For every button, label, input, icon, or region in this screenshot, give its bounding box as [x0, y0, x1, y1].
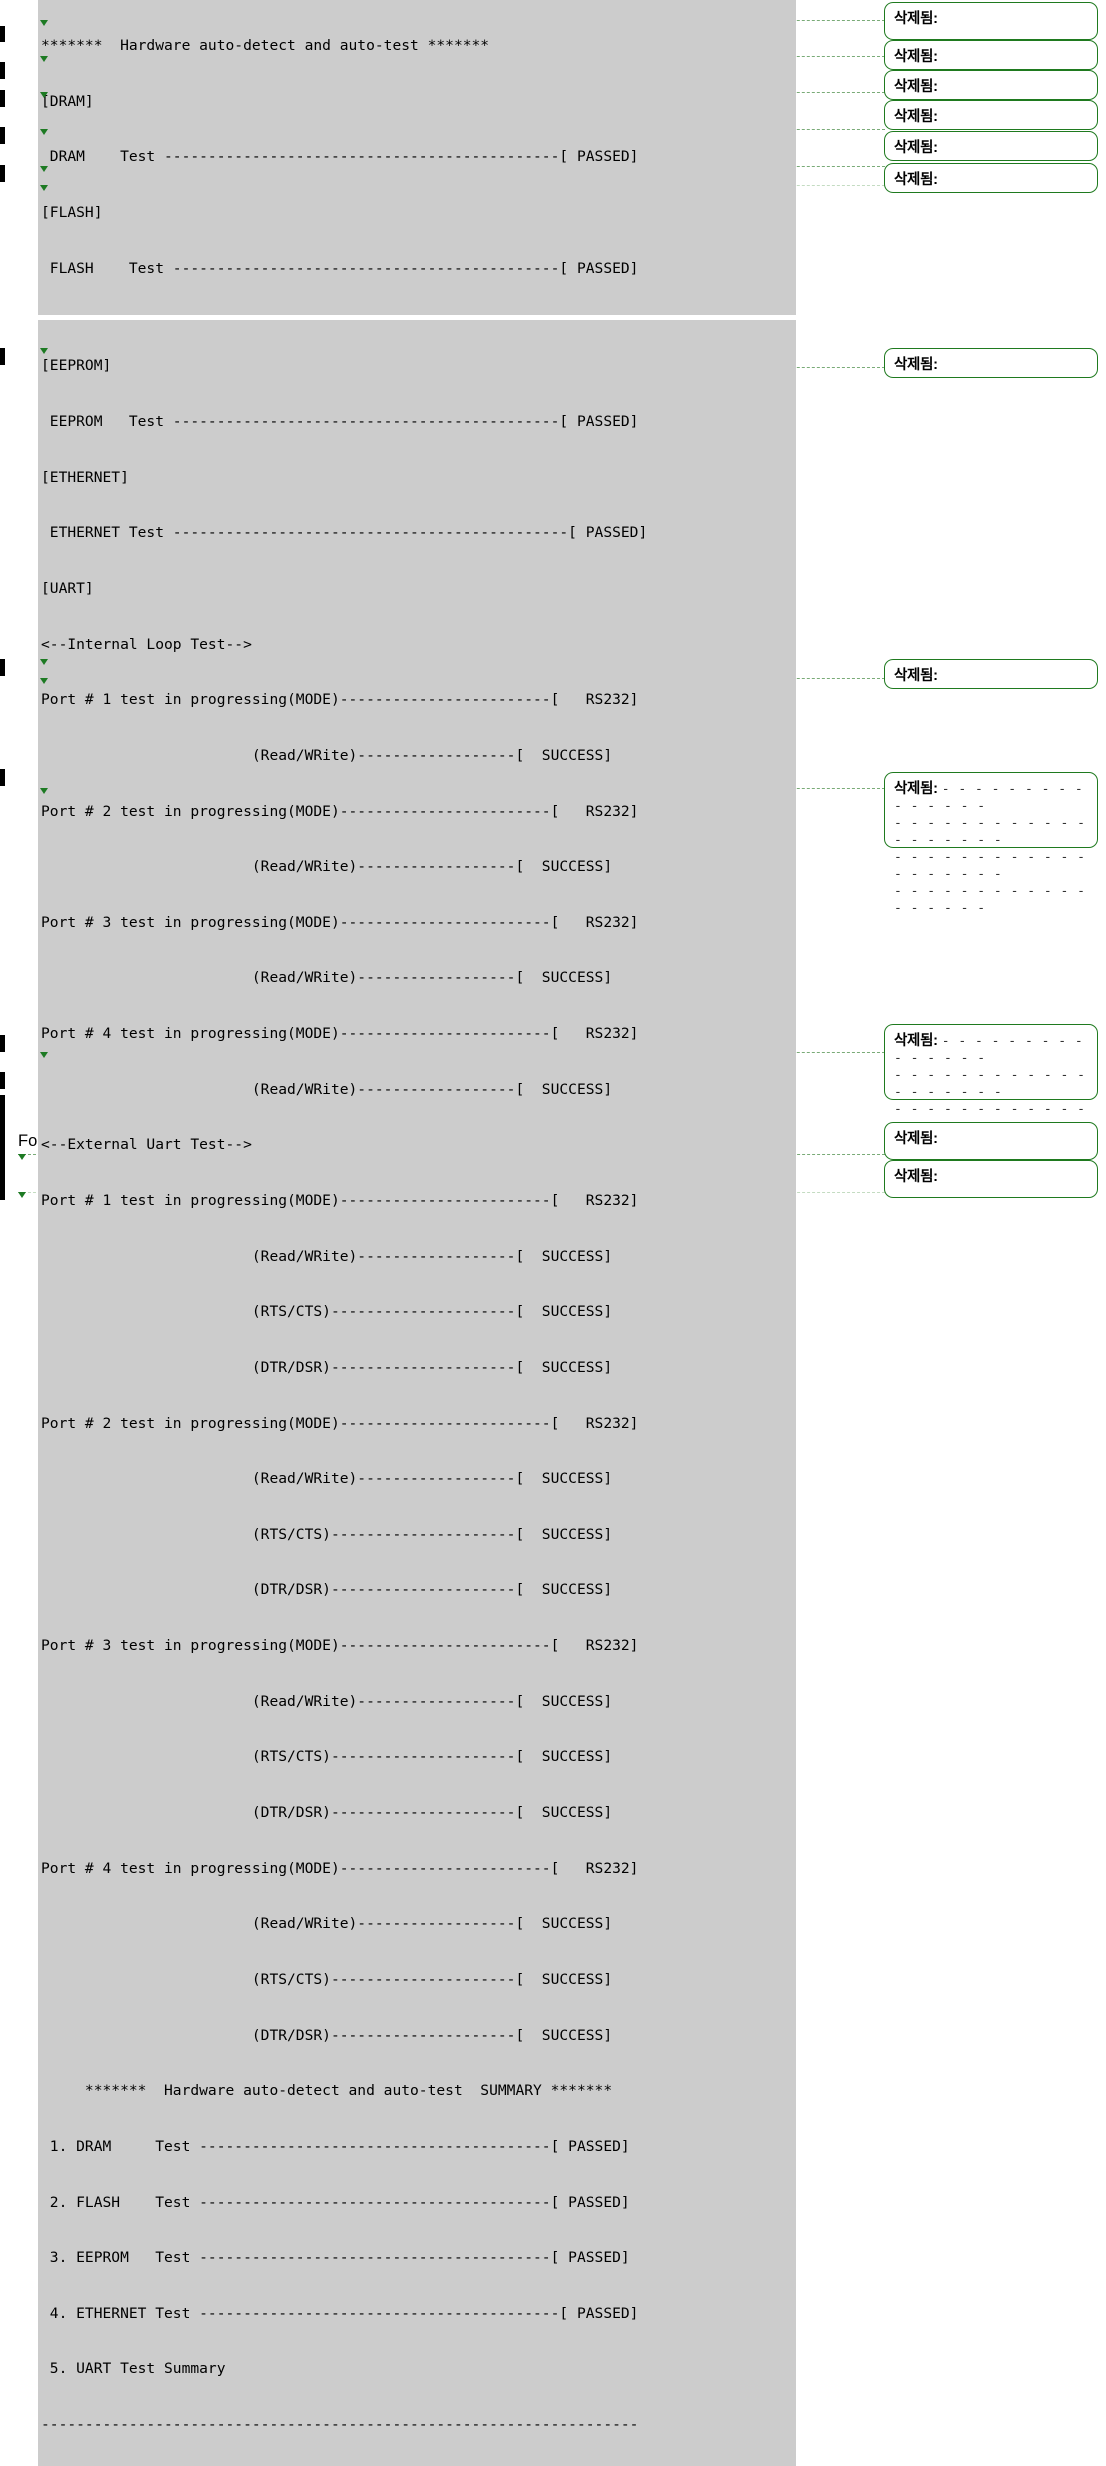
revision-balloon-label: 삭제됨: [894, 1169, 938, 1185]
change-bar [0, 1072, 5, 1089]
terminal-line: [UART] [41, 579, 94, 597]
terminal-line: EEPROM Test ----------------------------… [41, 413, 639, 431]
terminal-line: 3. EEPROM Test -------------------------… [41, 2249, 630, 2267]
change-bar [0, 62, 5, 79]
terminal-line: (RTS/CTS)---------------------[ SUCCESS] [41, 1970, 613, 1988]
terminal-line: DRAM Test ------------------------------… [41, 148, 639, 166]
change-bar [0, 26, 5, 42]
terminal-output: ******* Hardware auto-detect and auto-te… [38, 0, 796, 2466]
change-bar [0, 769, 5, 786]
revision-marker-icon [40, 348, 48, 354]
terminal-line: 4. ETHERNET Test -----------------------… [41, 2304, 639, 2322]
revision-balloon-label: 삭제됨: [894, 109, 938, 125]
revision-balloon-label: 삭제됨: [894, 668, 938, 684]
change-bar [0, 165, 5, 182]
change-bar [0, 1035, 5, 1052]
terminal-line: 5. UART Test Summary [41, 2360, 226, 2378]
revision-balloon[interactable]: 삭제됨: [884, 100, 1098, 130]
revision-balloon-label: 삭제됨: [894, 1131, 938, 1147]
revision-marker-icon [40, 129, 48, 135]
revision-marker-icon [40, 56, 48, 62]
revision-balloon[interactable]: 삭제됨: [884, 1122, 1098, 1160]
revision-balloon-label: 삭제됨: [894, 140, 938, 156]
revision-balloon[interactable]: 삭제됨: [884, 40, 1098, 70]
revision-balloon[interactable]: 삭제됨: - - - - - - - - - - - - - - - - - -… [884, 1024, 1098, 1168]
revision-marker-icon [40, 788, 48, 794]
revision-balloon-label: 삭제됨: [894, 1033, 938, 1049]
terminal-line: (DTR/DSR)---------------------[ SUCCESS] [41, 2026, 613, 2044]
revision-balloon-label: 삭제됨: [894, 357, 938, 373]
terminal-line: <--External Uart Test--> [41, 1136, 252, 1154]
revision-marker-icon [40, 185, 48, 191]
terminal-line: (Read/WRite)------------------[ SUCCESS] [41, 1080, 613, 1098]
terminal-line: (Read/WRite)------------------[ SUCCESS] [41, 858, 613, 876]
terminal-line: ----------------------------------------… [41, 2416, 639, 2434]
revision-balloon[interactable]: 삭제됨: [884, 659, 1098, 689]
terminal-line: Port # 1 test in progressing(MODE)------… [41, 691, 639, 709]
terminal-line: [FLASH] [41, 204, 103, 222]
terminal-line: (Read/WRite)------------------[ SUCCESS] [41, 969, 613, 987]
terminal-line: (Read/WRite)------------------[ SUCCESS] [41, 1470, 613, 1488]
terminal-line: (RTS/CTS)---------------------[ SUCCESS] [41, 1525, 613, 1543]
revision-marker-icon [40, 20, 48, 26]
terminal-line: (DTR/DSR)---------------------[ SUCCESS] [41, 1581, 613, 1599]
terminal-line: ETHERNET Test --------------------------… [41, 524, 648, 542]
revision-balloon-label: 삭제됨: [894, 172, 938, 188]
terminal-line: ******* Hardware auto-detect and auto-te… [41, 37, 490, 55]
terminal-line: Port # 3 test in progressing(MODE)------… [41, 1637, 639, 1655]
terminal-line: ******* Hardware auto-detect and auto-te… [41, 2082, 613, 2100]
revision-balloon[interactable]: 삭제됨: [884, 131, 1098, 161]
terminal-line: [DRAM] [41, 92, 94, 110]
terminal-line: (DTR/DSR)---------------------[ SUCCESS] [41, 1358, 613, 1376]
terminal-line: [EEPROM] [41, 357, 112, 375]
revision-balloon[interactable]: 삭제됨: [884, 2, 1098, 40]
revision-balloon-label: 삭제됨: [894, 11, 938, 27]
terminal-line: Port # 1 test in progressing(MODE)------… [41, 1192, 639, 1209]
revision-marker-icon [40, 678, 48, 684]
terminal-line: [ETHERNET] [41, 468, 129, 486]
change-bar [0, 348, 5, 365]
terminal-line: FLASH Test -----------------------------… [41, 259, 639, 277]
terminal-line: (Read/WRite)------------------[ SUCCESS] [41, 1247, 613, 1265]
revision-balloon[interactable]: 삭제됨: [884, 348, 1098, 378]
terminal-line: (RTS/CTS)---------------------[ SUCCESS] [41, 1303, 613, 1321]
revision-balloon-content: - - - - - - - - - - - - - - - - - - - - … [894, 782, 1086, 916]
change-bar [0, 659, 5, 676]
revision-marker-icon [18, 1154, 26, 1160]
revision-marker-icon [40, 1052, 48, 1058]
revision-marker-icon [40, 166, 48, 172]
revision-balloon-label: 삭제됨: [894, 781, 938, 797]
terminal-line: (Read/WRite)------------------[ SUCCESS] [41, 1692, 613, 1710]
change-bar [0, 90, 5, 107]
revision-balloon[interactable]: 삭제됨: [884, 70, 1098, 100]
terminal-line: (Read/WRite)------------------[ SUCCESS] [41, 1915, 613, 1933]
terminal-line: (Read/WRite)------------------[ SUCCESS] [41, 746, 613, 764]
change-bar [0, 1095, 5, 1200]
revision-balloon[interactable]: 삭제됨: [884, 163, 1098, 193]
revision-marker-icon [40, 659, 48, 665]
terminal-line: Port # 3 test in progressing(MODE)------… [41, 913, 639, 931]
terminal-line: Port # 2 test in progressing(MODE)------… [41, 802, 639, 820]
terminal-line: <--Internal Loop Test--> [41, 635, 252, 653]
terminal-line: (RTS/CTS)---------------------[ SUCCESS] [41, 1748, 613, 1766]
terminal-line: (DTR/DSR)---------------------[ SUCCESS] [41, 1804, 613, 1822]
terminal-separator [38, 315, 796, 321]
revision-balloon-label: 삭제됨: [894, 49, 938, 65]
change-bar [0, 127, 5, 144]
revision-marker-icon [40, 92, 48, 98]
revision-balloon[interactable]: 삭제됨: [884, 1160, 1098, 1198]
terminal-line: 2. FLASH Test --------------------------… [41, 2193, 630, 2211]
terminal-line: Port # 4 test in progressing(MODE)------… [41, 1025, 639, 1043]
terminal-line: Port # 2 test in progressing(MODE)------… [41, 1414, 639, 1432]
revision-marker-icon [18, 1192, 26, 1198]
terminal-line: 1. DRAM Test ---------------------------… [41, 2137, 630, 2155]
revision-balloon[interactable]: 삭제됨: - - - - - - - - - - - - - - - - - -… [884, 772, 1098, 916]
revision-balloon-label: 삭제됨: [894, 79, 938, 95]
terminal-line: Port # 4 test in progressing(MODE)------… [41, 1859, 639, 1877]
